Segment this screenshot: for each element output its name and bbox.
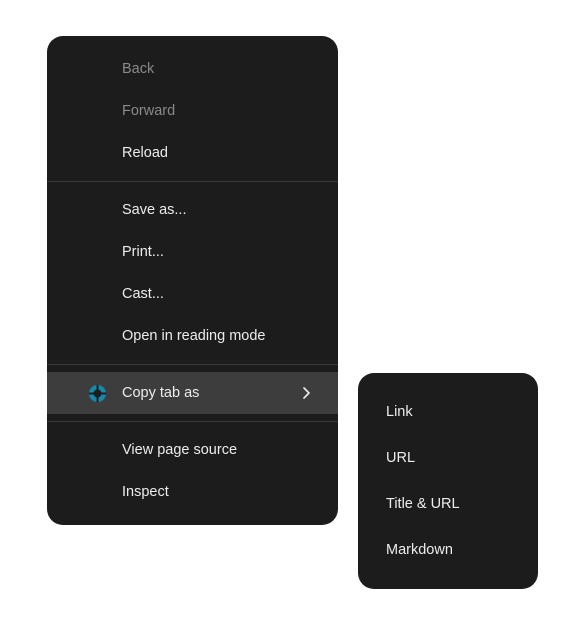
menu-label: Copy tab as xyxy=(122,385,199,401)
submenu-item-link[interactable]: Link xyxy=(358,389,538,435)
menu-item-forward[interactable]: Forward xyxy=(47,90,338,132)
submenu-label: Title & URL xyxy=(386,496,460,512)
menu-label: Cast... xyxy=(122,286,164,302)
tab-copy-icon xyxy=(87,383,107,403)
submenu-label: Markdown xyxy=(386,542,453,558)
menu-label: Inspect xyxy=(122,484,169,500)
menu-item-back[interactable]: Back xyxy=(47,48,338,90)
menu-item-reload[interactable]: Reload xyxy=(47,132,338,174)
menu-divider xyxy=(47,364,338,365)
menu-item-view-page-source[interactable]: View page source xyxy=(47,429,338,471)
menu-item-open-reading-mode[interactable]: Open in reading mode xyxy=(47,315,338,357)
menu-label: Save as... xyxy=(122,202,186,218)
submenu-label: URL xyxy=(386,450,415,466)
submenu-item-title-url[interactable]: Title & URL xyxy=(358,481,538,527)
menu-label: View page source xyxy=(122,442,237,458)
menu-item-inspect[interactable]: Inspect xyxy=(47,471,338,513)
menu-item-cast[interactable]: Cast... xyxy=(47,273,338,315)
menu-label: Print... xyxy=(122,244,164,260)
chevron-right-icon xyxy=(300,386,314,400)
menu-label: Back xyxy=(122,61,154,77)
context-menu: Back Forward Reload Save as... Print... … xyxy=(47,36,338,525)
menu-label: Reload xyxy=(122,145,168,161)
submenu-label: Link xyxy=(386,404,413,420)
menu-divider xyxy=(47,421,338,422)
menu-divider xyxy=(47,181,338,182)
menu-item-save-as[interactable]: Save as... xyxy=(47,189,338,231)
submenu-item-url[interactable]: URL xyxy=(358,435,538,481)
menu-item-copy-tab-as[interactable]: Copy tab as xyxy=(47,372,338,414)
submenu-copy-tab-as: Link URL Title & URL Markdown xyxy=(358,373,538,589)
menu-label: Open in reading mode xyxy=(122,328,266,344)
submenu-item-markdown[interactable]: Markdown xyxy=(358,527,538,573)
menu-item-print[interactable]: Print... xyxy=(47,231,338,273)
menu-label: Forward xyxy=(122,103,175,119)
